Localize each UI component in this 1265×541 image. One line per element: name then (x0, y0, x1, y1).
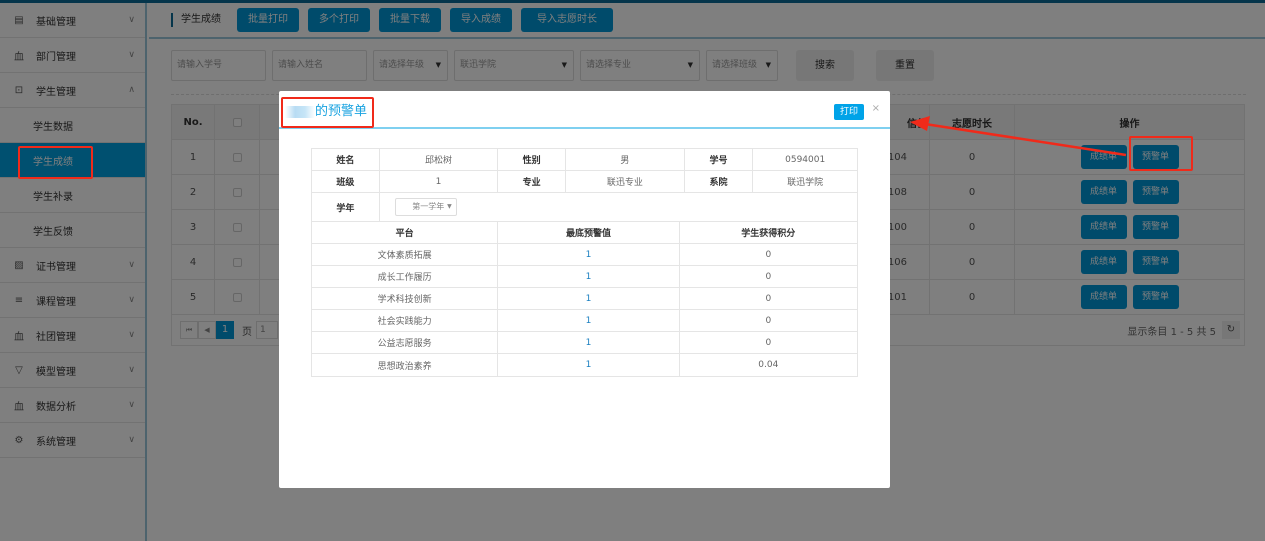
annotation-arrow (910, 116, 1127, 157)
